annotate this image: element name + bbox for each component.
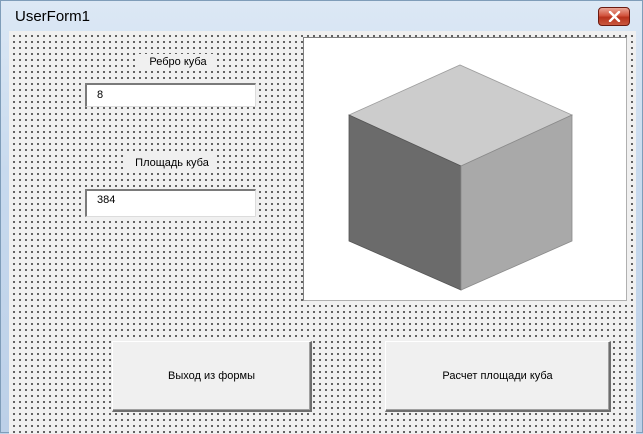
close-icon <box>608 11 621 22</box>
window-title: UserForm1 <box>15 8 91 25</box>
close-button[interactable] <box>598 7 630 26</box>
userform-window: UserForm1 Ребро куба 8 Площадь куба 384 … <box>0 0 643 434</box>
edge-label: Ребро куба <box>139 54 217 70</box>
area-input-value: 384 <box>97 194 116 206</box>
cube-image <box>348 64 573 291</box>
cube-picture <box>303 37 627 301</box>
area-label: Площадь куба <box>127 155 217 171</box>
area-input[interactable]: 384 <box>85 189 256 217</box>
calculate-area-button[interactable]: Расчет площади куба <box>385 341 611 412</box>
edge-input[interactable]: 8 <box>85 83 256 107</box>
calculate-area-button-label: Расчет площади куба <box>442 370 553 382</box>
title-bar[interactable]: UserForm1 <box>1 1 642 31</box>
exit-button[interactable]: Выход из формы <box>112 341 312 412</box>
exit-button-label: Выход из формы <box>168 370 255 382</box>
form-client-area: Ребро куба 8 Площадь куба 384 Выход из ф… <box>9 31 636 434</box>
edge-input-value: 8 <box>97 89 104 101</box>
